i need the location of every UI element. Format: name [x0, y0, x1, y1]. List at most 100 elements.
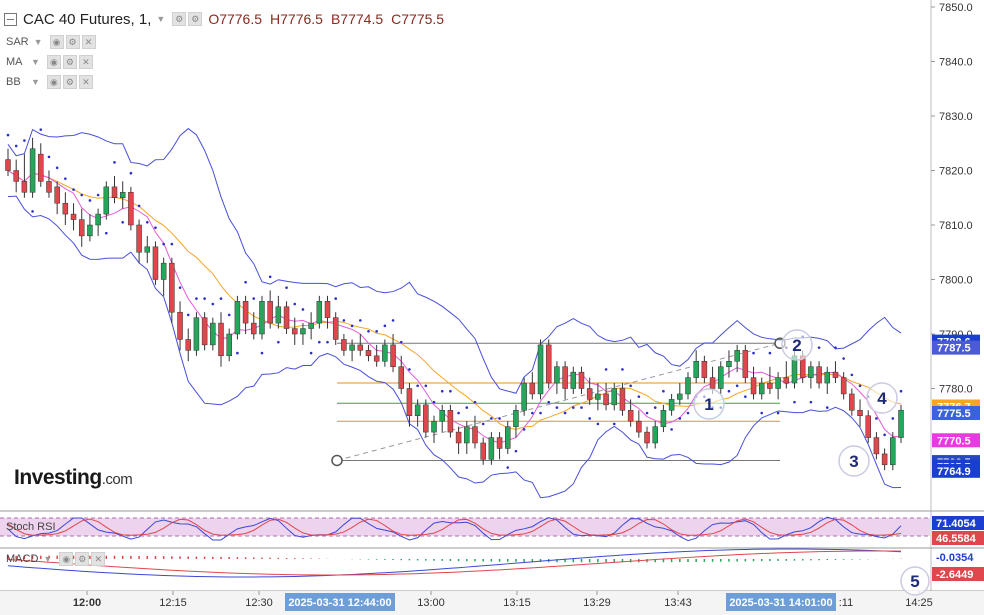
ohlc-readout: O7776.5 H7776.5 B7774.5 C7775.5 — [208, 11, 452, 27]
sar-dot — [776, 411, 780, 415]
sar-dot — [858, 384, 862, 388]
chevron-down-icon[interactable]: ▼ — [31, 57, 40, 67]
candle-body — [767, 382, 773, 389]
candle-body — [439, 410, 445, 422]
sar-dot — [129, 171, 133, 175]
gear-icon[interactable]: ⚙ — [65, 35, 80, 49]
sar-dot — [244, 280, 247, 284]
candle-body — [390, 344, 396, 367]
candle-body — [832, 371, 839, 378]
chart-canvas[interactable]: 7850.07840.07830.07820.07810.07800.07790… — [0, 0, 984, 615]
sar-dot — [825, 406, 829, 409]
candle-body — [193, 317, 200, 351]
sar-dot — [588, 417, 591, 420]
sar-dot — [899, 389, 903, 393]
candle-body — [144, 246, 151, 253]
y-tick-label: 7780.0 — [939, 384, 973, 396]
candle-body — [808, 366, 814, 378]
candle-body — [13, 170, 19, 182]
sar-dot — [277, 340, 280, 344]
chevron-down-icon[interactable]: ▼ — [34, 37, 43, 47]
candle-body — [234, 301, 241, 335]
chevron-down-icon[interactable]: ▼ — [156, 14, 165, 24]
close-icon[interactable]: ✕ — [91, 552, 106, 566]
x-tick-label: 13:29 — [583, 597, 611, 609]
sar-dot — [39, 128, 43, 131]
annotation-label: 2 — [792, 336, 801, 355]
candle-body — [21, 181, 28, 193]
eye-icon[interactable]: ◉ — [59, 552, 74, 566]
macd-name: MACD — [6, 553, 39, 565]
x-tick-label: 13:00 — [417, 597, 445, 609]
chevron-down-icon[interactable]: ▼ — [43, 554, 52, 564]
close-icon[interactable]: ✕ — [78, 55, 93, 69]
logo-brand: Investing — [14, 466, 102, 489]
settings-icon[interactable]: ⚙ — [172, 12, 187, 26]
collapse-icon[interactable] — [4, 12, 17, 26]
annotation-label: 1 — [704, 395, 713, 414]
candle-body — [160, 262, 167, 280]
sar-dot — [186, 313, 190, 317]
sar-dot — [55, 166, 59, 170]
sar-dot — [580, 406, 583, 409]
eye-icon[interactable]: ◉ — [46, 55, 61, 69]
candle-body — [291, 328, 298, 335]
candle-body — [87, 224, 93, 237]
gear-icon[interactable]: ⚙ — [62, 55, 77, 69]
candle-body — [701, 361, 708, 378]
candle-body — [570, 371, 577, 389]
sar-dot — [375, 329, 378, 333]
candle-body — [586, 388, 593, 400]
chevron-down-icon[interactable]: ▼ — [31, 77, 40, 87]
candle-body — [78, 219, 85, 237]
candle-body — [308, 322, 314, 329]
x-tick-label: 12:00 — [73, 597, 101, 609]
instrument-title[interactable]: CAC 40 Futures, 1, — [23, 11, 151, 28]
stoch-rsi-label[interactable]: Stoch RSI — [6, 521, 56, 533]
sar-dot — [662, 389, 665, 393]
eye-icon[interactable]: ◉ — [49, 35, 64, 49]
candle-body — [267, 301, 273, 324]
sar-dot — [883, 433, 886, 437]
candle-body — [742, 350, 749, 378]
sar-dot — [612, 422, 616, 426]
sar-dot — [514, 449, 518, 453]
candle-body — [496, 437, 503, 449]
sar-dot — [465, 406, 469, 409]
gear-icon[interactable]: ⚙ — [62, 75, 77, 89]
sar-dot — [227, 313, 231, 317]
candle-body — [718, 366, 724, 389]
candle-body — [677, 393, 683, 400]
indicator-row-bb[interactable]: BB ▼ ◉ ⚙ ✕ — [6, 74, 93, 90]
sar-dot — [531, 411, 534, 415]
candle-body — [726, 361, 732, 367]
price-label: 7787.5 — [937, 343, 971, 355]
close-icon[interactable]: ✕ — [81, 35, 96, 49]
candle-body — [447, 410, 454, 433]
eye-icon[interactable]: ◉ — [46, 75, 61, 89]
candle-body — [177, 311, 183, 340]
sar-dot — [334, 297, 338, 300]
indicator-row-sar[interactable]: SAR ▼ ◉ ⚙ ✕ — [6, 34, 96, 50]
close-icon[interactable]: ✕ — [78, 75, 93, 89]
gear-icon[interactable]: ⚙ — [188, 12, 203, 26]
bid-value: B7774.5 — [330, 11, 384, 27]
sar-dot — [64, 177, 67, 180]
stoch-rsi-name: Stoch RSI — [6, 521, 56, 533]
candle-body — [152, 246, 159, 280]
candle-body — [513, 410, 519, 427]
sar-dot — [498, 417, 501, 420]
sar-dot — [637, 395, 641, 398]
annotation-label: 3 — [849, 452, 858, 471]
gear-icon[interactable]: ⚙ — [75, 552, 90, 566]
sar-dot — [686, 411, 690, 415]
sar-dot — [252, 297, 256, 300]
candle-body — [693, 361, 699, 378]
candle-body — [46, 181, 52, 193]
price-label: 7764.9 — [937, 466, 971, 478]
sar-dot — [670, 428, 673, 431]
macd-label[interactable]: MACD ▼ ◉ ⚙ ✕ — [6, 552, 106, 566]
candle-body — [406, 388, 413, 416]
sar-dot — [735, 384, 739, 388]
indicator-row-ma[interactable]: MA ▼ ◉ ⚙ ✕ — [6, 54, 93, 70]
